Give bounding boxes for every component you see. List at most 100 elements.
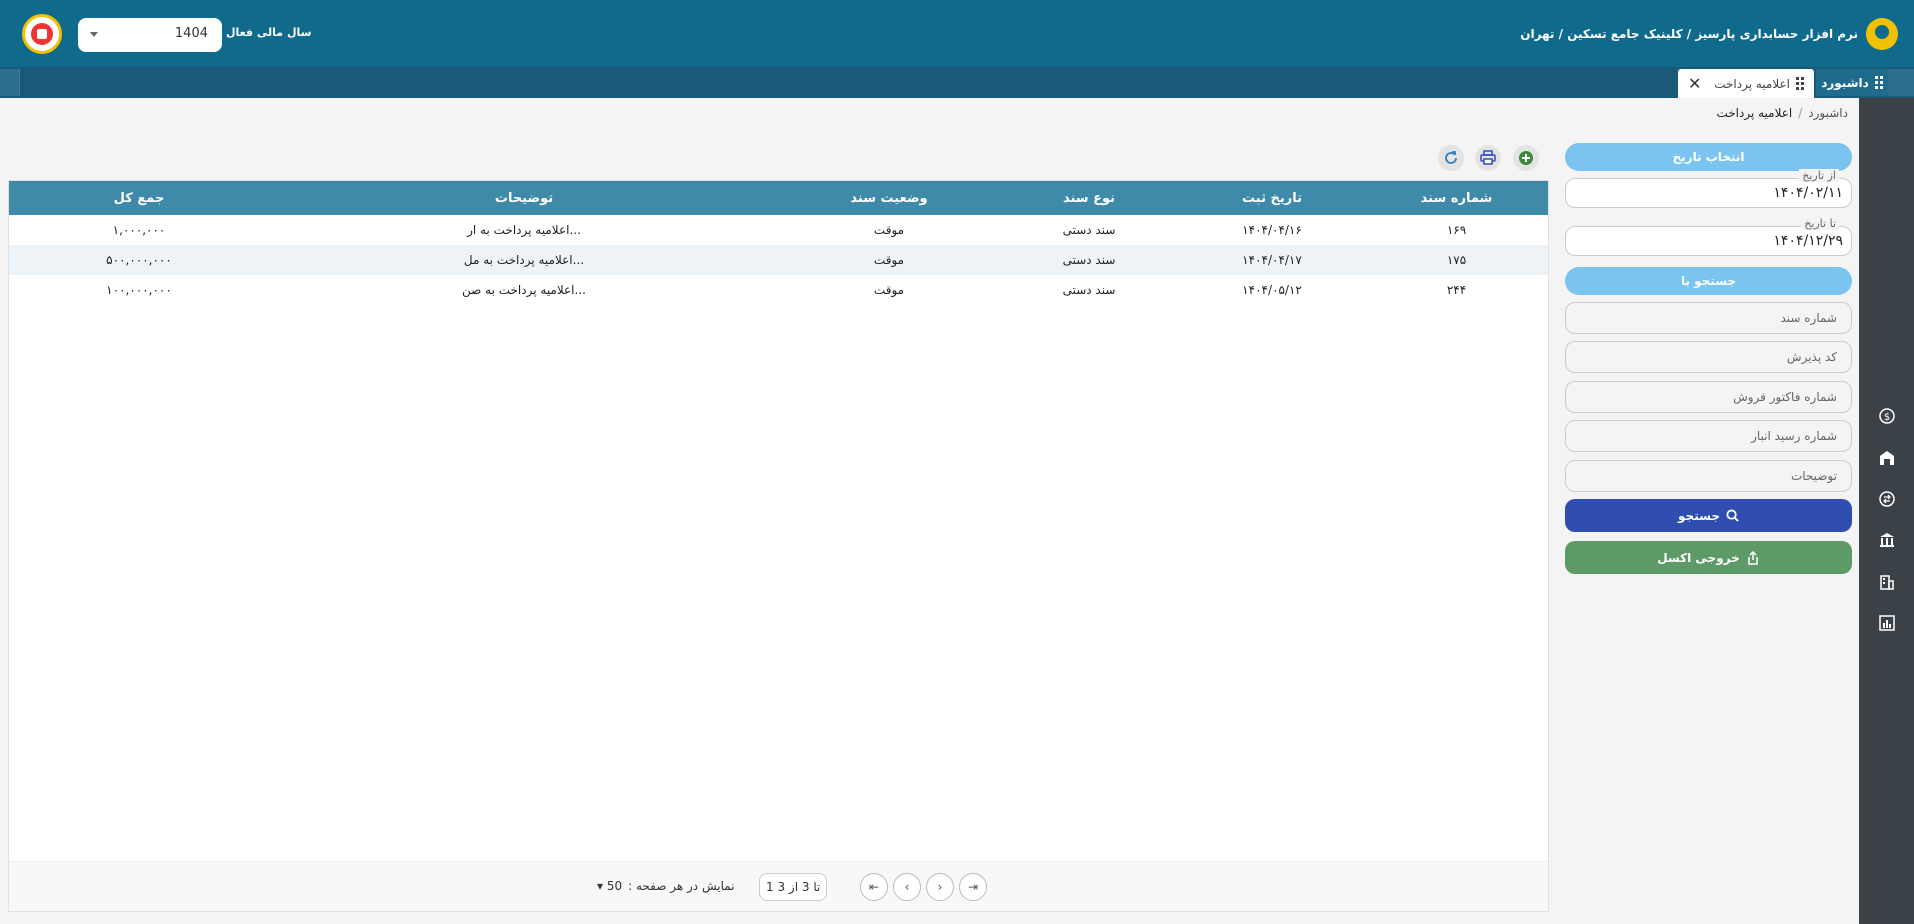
chevron-down-icon [90, 32, 98, 37]
building-icon[interactable] [1877, 572, 1897, 592]
page-info: 1 تا 3 از 3 [759, 873, 828, 901]
refresh-icon [1445, 151, 1457, 164]
add-button[interactable] [1513, 145, 1539, 171]
page-size-select[interactable]: 50 ▾ [597, 879, 622, 893]
table-row[interactable]: ۱۷۵ ۱۴۰۴/۰۴/۱۷ سند دستی موقت اعلامیه پرد… [9, 245, 1548, 275]
search-by-button[interactable]: جستجو با [1565, 267, 1852, 295]
print-icon [1480, 150, 1496, 165]
warehouse-icon[interactable] [1877, 448, 1897, 468]
accept-code-placeholder: کد پذیرش [1786, 350, 1837, 364]
column-header[interactable]: نوع سند [999, 181, 1179, 215]
next-page-button[interactable]: ‹ [893, 873, 921, 901]
breadcrumb-separator: / [1798, 106, 1803, 120]
top-header: نرم افزار حسابداری پارسیز / کلینیک جامع … [0, 0, 1914, 67]
doc-number-cell: ۲۴۴ [1446, 283, 1467, 297]
description-field[interactable]: توضیحات [1565, 460, 1852, 492]
dollar-icon[interactable]: $ [1877, 406, 1897, 426]
table-header: شماره سند تاریخ ثبت نوع سند وضعیت سند تو… [9, 181, 1548, 215]
chart-icon[interactable] [1877, 613, 1897, 633]
close-icon[interactable]: ✕ [1688, 75, 1701, 92]
table-row[interactable]: ۱۶۹ ۱۴۰۴/۰۴/۱۶ سند دستی موقت اعلامیه پرد… [9, 215, 1548, 245]
brand-logo [1866, 18, 1898, 50]
total-cell: ۵۰۰,۰۰۰,۰۰۰ [106, 253, 172, 267]
exchange-icon[interactable] [1877, 489, 1897, 509]
tab-dashboard-label: داشبورد [1821, 75, 1869, 90]
search-button-label: جستجو [1678, 508, 1720, 523]
to-date-value: ۱۴۰۴/۱۲/۲۹ [1773, 233, 1843, 249]
total-cell: ۱,۰۰۰,۰۰۰ [112, 223, 166, 237]
fiscal-year-label: سال مالی فعال [226, 26, 312, 39]
column-header[interactable]: توضیحات [269, 181, 779, 215]
doc-number-cell: ۱۶۹ [1446, 223, 1467, 237]
register-date-cell: ۱۴۰۴/۰۵/۱۲ [1242, 283, 1302, 297]
table-row[interactable]: ۲۴۴ ۱۴۰۴/۰۵/۱۲ سند دستی موقت اعلامیه پرد… [9, 275, 1548, 305]
breadcrumb: داشبورد / اعلامیه پرداخت [1716, 106, 1848, 120]
svg-text:$: $ [1884, 412, 1890, 423]
excel-export-button[interactable]: خروجی اکسل [1565, 541, 1852, 574]
doc-status-cell: موقت [873, 253, 905, 267]
avatar[interactable] [22, 14, 62, 54]
pagination-bar: ⇥ › ‹ ⇤ 1 تا 3 از 3 نمایش در هر صفحه : 5… [9, 861, 1548, 911]
chevron-down-icon: ▾ [597, 879, 604, 893]
clinic-logo-icon [31, 23, 53, 45]
payment-notice-table: شماره سند تاریخ ثبت نوع سند وضعیت سند تو… [8, 180, 1549, 912]
tab-payment-notice[interactable]: اعلامیه پرداخت ✕ [1678, 69, 1814, 98]
tab-dashboard[interactable]: داشبورد [1816, 69, 1888, 96]
breadcrumb-current: اعلامیه پرداخت [1716, 106, 1793, 120]
doc-number-cell: ۱۷۵ [1446, 253, 1467, 267]
breadcrumb-home[interactable]: داشبورد [1808, 106, 1848, 120]
doc-type-cell: سند دستی [1062, 283, 1116, 297]
last-page-button[interactable]: ⇤ [860, 873, 888, 901]
tab-scroll-right[interactable] [1888, 69, 1914, 96]
first-page-button[interactable]: ⇥ [959, 873, 987, 901]
description-placeholder: توضیحات [1790, 469, 1837, 483]
page-size-value: 50 [606, 879, 623, 893]
description-cell: اعلامیه پرداخت به مل... [463, 253, 585, 267]
page-size: نمایش در هر صفحه : 50 ▾ [597, 879, 735, 893]
print-button[interactable] [1475, 145, 1501, 171]
main-panel: شماره سند تاریخ ثبت نوع سند وضعیت سند تو… [8, 140, 1549, 912]
invoice-number-placeholder: شماره فاکتور فروش [1733, 390, 1837, 404]
date-select-button[interactable]: انتخاب تاریخ [1565, 143, 1852, 171]
drag-handle-icon[interactable] [1874, 76, 1883, 89]
tab-scroll-left[interactable] [0, 69, 20, 96]
column-header[interactable]: شماره سند [1365, 181, 1548, 215]
column-header[interactable]: جمع کل [9, 181, 269, 215]
warehouse-receipt-placeholder: شماره رسید انبار [1751, 429, 1837, 443]
doc-status-cell: موقت [873, 283, 905, 297]
doc-number-placeholder: شماره سند [1780, 311, 1837, 325]
export-icon [1748, 550, 1758, 565]
fiscal-year-select[interactable]: 1404 [78, 18, 222, 52]
from-date-field[interactable]: از تاریخ ۱۴۰۴/۰۲/۱۱ [1565, 169, 1852, 208]
doc-status-cell: موقت [873, 223, 905, 237]
description-cell: اعلامیه پرداخت به صن... [462, 283, 586, 297]
total-cell: ۱۰۰,۰۰۰,۰۰۰ [106, 283, 172, 297]
tab-bar: داشبورد اعلامیه پرداخت ✕ [0, 67, 1914, 98]
search-button[interactable]: جستجو [1565, 499, 1852, 532]
side-nav: $ [1859, 98, 1914, 924]
column-header[interactable]: وضعیت سند [779, 181, 999, 215]
bank-icon[interactable] [1877, 530, 1897, 550]
register-date-cell: ۱۴۰۴/۰۴/۱۶ [1242, 223, 1302, 237]
add-icon [1519, 151, 1533, 165]
brand-title: نرم افزار حسابداری پارسیز / کلینیک جامع … [1520, 27, 1858, 41]
fiscal-year-value: 1404 [174, 26, 208, 41]
doc-type-cell: سند دستی [1062, 253, 1116, 267]
refresh-button[interactable] [1438, 145, 1464, 171]
column-header[interactable]: تاریخ ثبت [1179, 181, 1365, 215]
warehouse-receipt-field[interactable]: شماره رسید انبار [1565, 420, 1852, 452]
invoice-number-field[interactable]: شماره فاکتور فروش [1565, 381, 1852, 413]
drag-handle-icon[interactable] [1796, 77, 1804, 90]
excel-export-label: خروجی اکسل [1657, 550, 1740, 565]
from-date-label: از تاریخ [1799, 169, 1839, 182]
from-date-value: ۱۴۰۴/۰۲/۱۱ [1773, 185, 1843, 201]
tab-payment-notice-label: اعلامیه پرداخت [1714, 76, 1790, 91]
doc-number-field[interactable]: شماره سند [1565, 302, 1852, 334]
description-cell: اعلامیه پرداخت به ار... [467, 223, 581, 237]
previous-page-button[interactable]: › [926, 873, 954, 901]
to-date-field[interactable]: تا تاریخ ۱۴۰۴/۱۲/۲۹ [1565, 217, 1852, 256]
doc-type-cell: سند دستی [1062, 223, 1116, 237]
brand: نرم افزار حسابداری پارسیز / کلینیک جامع … [1520, 18, 1898, 50]
search-icon [1726, 509, 1739, 522]
accept-code-field[interactable]: کد پذیرش [1565, 341, 1852, 373]
